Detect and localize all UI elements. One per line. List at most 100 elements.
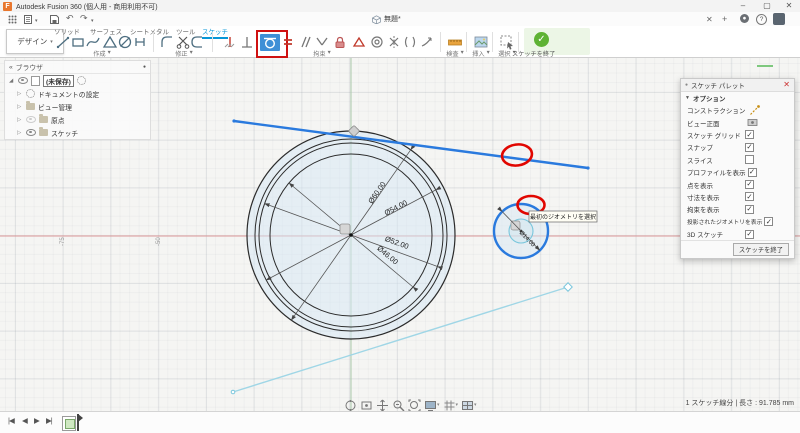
tree-expand-icon[interactable]: ◢ <box>9 78 15 84</box>
document-cube-icon <box>372 15 381 24</box>
timeline-play-button[interactable]: ▶ <box>34 416 39 425</box>
palette-finish-sketch-button[interactable]: スケッチを終了 <box>733 243 789 256</box>
sketch-grid-checkbox[interactable] <box>745 130 754 139</box>
palette-row-show-constraints[interactable]: 拘束を表示 <box>681 203 794 215</box>
row-label: ビュー正面 <box>687 118 743 128</box>
visibility-eye-icon[interactable] <box>26 129 36 136</box>
browser-item-label: ドキュメントの設定 <box>38 89 99 99</box>
titlebar: F Autodesk Fusion 360 (個人用 - 商用利用不可) – ▢… <box>0 0 800 12</box>
sketch-palette: ● スケッチ パレット ✕ ▼ オプション コンストラクション ビュー正面 スケ… <box>680 78 795 259</box>
settings-gear-icon <box>26 89 35 98</box>
palette-close-icon[interactable]: ✕ <box>783 81 790 89</box>
palette-header[interactable]: ● スケッチ パレット ✕ <box>681 79 794 92</box>
navigation-bar: ▾ ▾ ▾ <box>344 398 477 412</box>
coincident-constraint-icon[interactable] <box>238 33 256 51</box>
palette-row-look-at[interactable]: ビュー正面 <box>681 116 794 128</box>
construction-icon[interactable] <box>749 105 760 116</box>
browser-item-named-views[interactable]: ▷ ビュー管理 <box>5 100 150 113</box>
tangent-constraint-button[interactable] <box>260 34 280 51</box>
browser-item-document-settings[interactable]: ▷ ドキュメントの設定 <box>5 87 150 100</box>
redo-icon[interactable]: ↷ <box>80 13 88 23</box>
save-icon[interactable] <box>50 15 59 26</box>
finish-check-icon[interactable]: ✓ <box>534 32 549 47</box>
palette-row-show-projected[interactable]: 投影されたジオメトリを表示 <box>681 216 794 228</box>
tree-collapsed-icon[interactable]: ▷ <box>17 104 23 110</box>
orbit-icon[interactable] <box>344 399 357 412</box>
dropdown-caret[interactable]: ▾ <box>35 16 38 26</box>
constraints-group-label[interactable]: 拘束▾ <box>300 49 344 58</box>
panel-collapse-icon[interactable]: « <box>9 64 13 71</box>
finish-sketch-label[interactable]: スケッチを終了 <box>512 49 602 58</box>
maximize-button[interactable]: ▢ <box>758 0 776 12</box>
3d-sketch-checkbox[interactable] <box>745 230 754 239</box>
axis-label: -75 <box>60 237 66 246</box>
timeline-step-back-button[interactable]: ◀ <box>22 416 27 425</box>
slot-tool-icon[interactable] <box>131 33 149 51</box>
minimize-button[interactable]: – <box>734 0 752 12</box>
palette-row-snap[interactable]: スナップ <box>681 141 794 153</box>
browser-item-origin[interactable]: ▷ 原点 <box>5 113 150 126</box>
fix-constraint-icon[interactable] <box>221 33 239 51</box>
palette-row-show-dimensions[interactable]: 寸法を表示 <box>681 191 794 203</box>
modify-group-label[interactable]: 修正▾ <box>162 49 206 58</box>
user-avatar[interactable] <box>773 13 785 25</box>
timeline-skip-end-button[interactable]: ▶| <box>46 416 52 425</box>
timeline-position-marker[interactable] <box>77 414 79 431</box>
slice-checkbox[interactable] <box>745 155 754 164</box>
create-group-label[interactable]: 作成▾ <box>72 49 132 58</box>
look-at-icon[interactable] <box>360 399 373 412</box>
zoom-icon[interactable] <box>392 399 405 412</box>
concentric-constraint-icon[interactable] <box>368 33 386 51</box>
visibility-eye-icon[interactable] <box>18 77 28 84</box>
job-status-icon[interactable]: ● <box>740 14 749 23</box>
timeline-skip-start-button[interactable]: |◀ <box>8 416 14 425</box>
display-mode-icon[interactable]: ● <box>143 64 146 70</box>
viewports-icon[interactable]: ▾ <box>461 399 477 412</box>
row-label: スライス <box>687 155 743 165</box>
curvature-constraint-icon[interactable] <box>401 33 419 51</box>
show-profile-checkbox[interactable] <box>748 168 757 177</box>
palette-row-construction[interactable]: コンストラクション <box>681 104 794 116</box>
palette-options-section[interactable]: ▼ オプション <box>681 92 794 104</box>
palette-row-3d-sketch[interactable]: 3D スケッチ <box>681 228 794 240</box>
timeline-sketch-feature[interactable] <box>62 416 76 431</box>
app-grid-icon[interactable] <box>8 15 17 26</box>
undo-icon[interactable]: ↶ <box>66 13 74 23</box>
annotation-ellipse-1 <box>501 143 534 168</box>
folder-icon <box>39 116 48 123</box>
grid-settings-icon[interactable]: ▾ <box>443 399 459 412</box>
display-settings-icon[interactable]: ▾ <box>424 399 440 412</box>
visibility-eye-icon[interactable] <box>26 116 36 123</box>
tree-collapsed-icon[interactable]: ▷ <box>17 130 23 136</box>
dropdown-caret[interactable]: ▾ <box>91 16 94 26</box>
show-points-checkbox[interactable] <box>745 180 754 189</box>
pan-icon[interactable] <box>376 399 389 412</box>
browser-item-sketches[interactable]: ▷ スケッチ <box>5 126 150 139</box>
palette-row-show-profile[interactable]: プロファイルを表示 <box>681 166 794 178</box>
palette-row-slice[interactable]: スライス <box>681 154 794 166</box>
look-at-plane-icon[interactable] <box>747 117 758 128</box>
show-dimensions-checkbox[interactable] <box>745 192 754 201</box>
help-icon[interactable]: ? <box>756 14 767 25</box>
palette-row-show-points[interactable]: 点を表示 <box>681 178 794 190</box>
snap-checkbox[interactable] <box>745 143 754 152</box>
tree-collapsed-icon[interactable]: ▷ <box>17 91 23 97</box>
dropdown-caret: ▾ <box>328 49 331 58</box>
fit-icon[interactable] <box>408 399 421 412</box>
equal-constraint-icon[interactable] <box>279 33 297 51</box>
show-constraints-checkbox[interactable] <box>745 205 754 214</box>
gear-icon[interactable] <box>77 76 86 85</box>
smooth-constraint-icon[interactable] <box>418 33 436 51</box>
new-tab-icon[interactable]: + <box>722 14 727 24</box>
show-projected-geometry-checkbox[interactable] <box>764 217 773 226</box>
tree-collapsed-icon[interactable]: ▷ <box>17 117 23 123</box>
palette-row-sketch-grid[interactable]: スケッチ グリッド <box>681 129 794 141</box>
document-tab[interactable]: 無題* <box>368 13 405 25</box>
fusion360-window: -75 -50 Ø60.00 Ø54.00 Ø52.00 Ø46.00 <box>0 0 800 433</box>
close-tab-icon[interactable]: ✕ <box>706 15 713 25</box>
close-button[interactable]: ✕ <box>780 0 798 12</box>
browser-root-row[interactable]: ◢ (未保存) <box>5 74 150 87</box>
file-menu-icon[interactable] <box>24 15 33 26</box>
midpoint-constraint-icon[interactable] <box>350 33 368 51</box>
root-document-label[interactable]: (未保存) <box>43 75 74 87</box>
